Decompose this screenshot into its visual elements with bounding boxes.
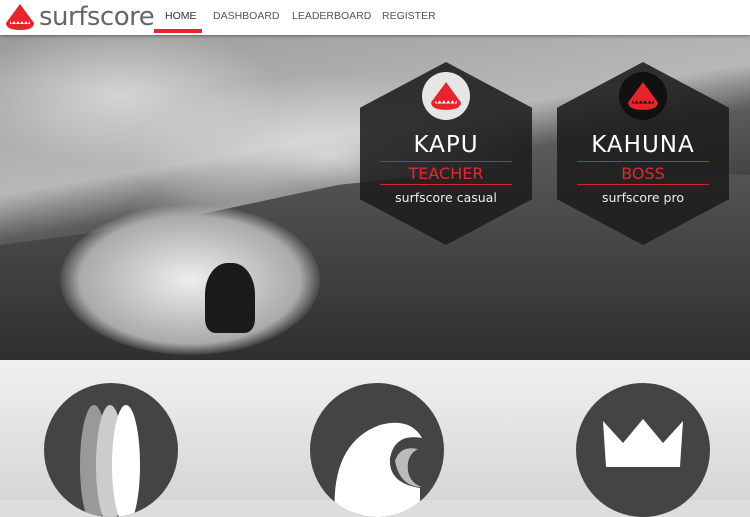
- top-navbar: surfscore HOME DASHBOARD LEADERBOARD REG…: [0, 0, 750, 35]
- hero-photo-foam: [60, 205, 320, 355]
- logo[interactable]: surfscore: [5, 2, 155, 32]
- plan-name: surfscore pro: [602, 190, 684, 205]
- nav-leaderboard[interactable]: LEADERBOARD: [292, 10, 371, 22]
- plan-name: surfscore casual: [395, 190, 497, 205]
- plan-title: KAHUNA: [591, 132, 695, 158]
- divider: [380, 161, 512, 162]
- divider: [577, 184, 709, 185]
- wave-icon: [310, 383, 444, 517]
- brand-name: surfscore: [39, 2, 155, 32]
- active-tab-indicator: [154, 29, 202, 33]
- shark-icon: [619, 72, 667, 120]
- shark-logo-icon: [6, 4, 34, 30]
- plan-title: KAPU: [413, 132, 479, 158]
- divider: [380, 184, 512, 185]
- plan-role: BOSS: [621, 164, 665, 183]
- features-section: [0, 360, 750, 517]
- crown-icon: [576, 383, 710, 517]
- nav-home[interactable]: HOME: [165, 10, 197, 22]
- surfboards-icon: [44, 383, 178, 517]
- plan-role: TEACHER: [408, 164, 484, 183]
- nav-dashboard[interactable]: DASHBOARD: [213, 10, 280, 22]
- nav-register[interactable]: REGISTER: [382, 10, 436, 22]
- shark-icon: [422, 72, 470, 120]
- hero-photo-surfer: [205, 263, 255, 333]
- divider: [577, 161, 709, 162]
